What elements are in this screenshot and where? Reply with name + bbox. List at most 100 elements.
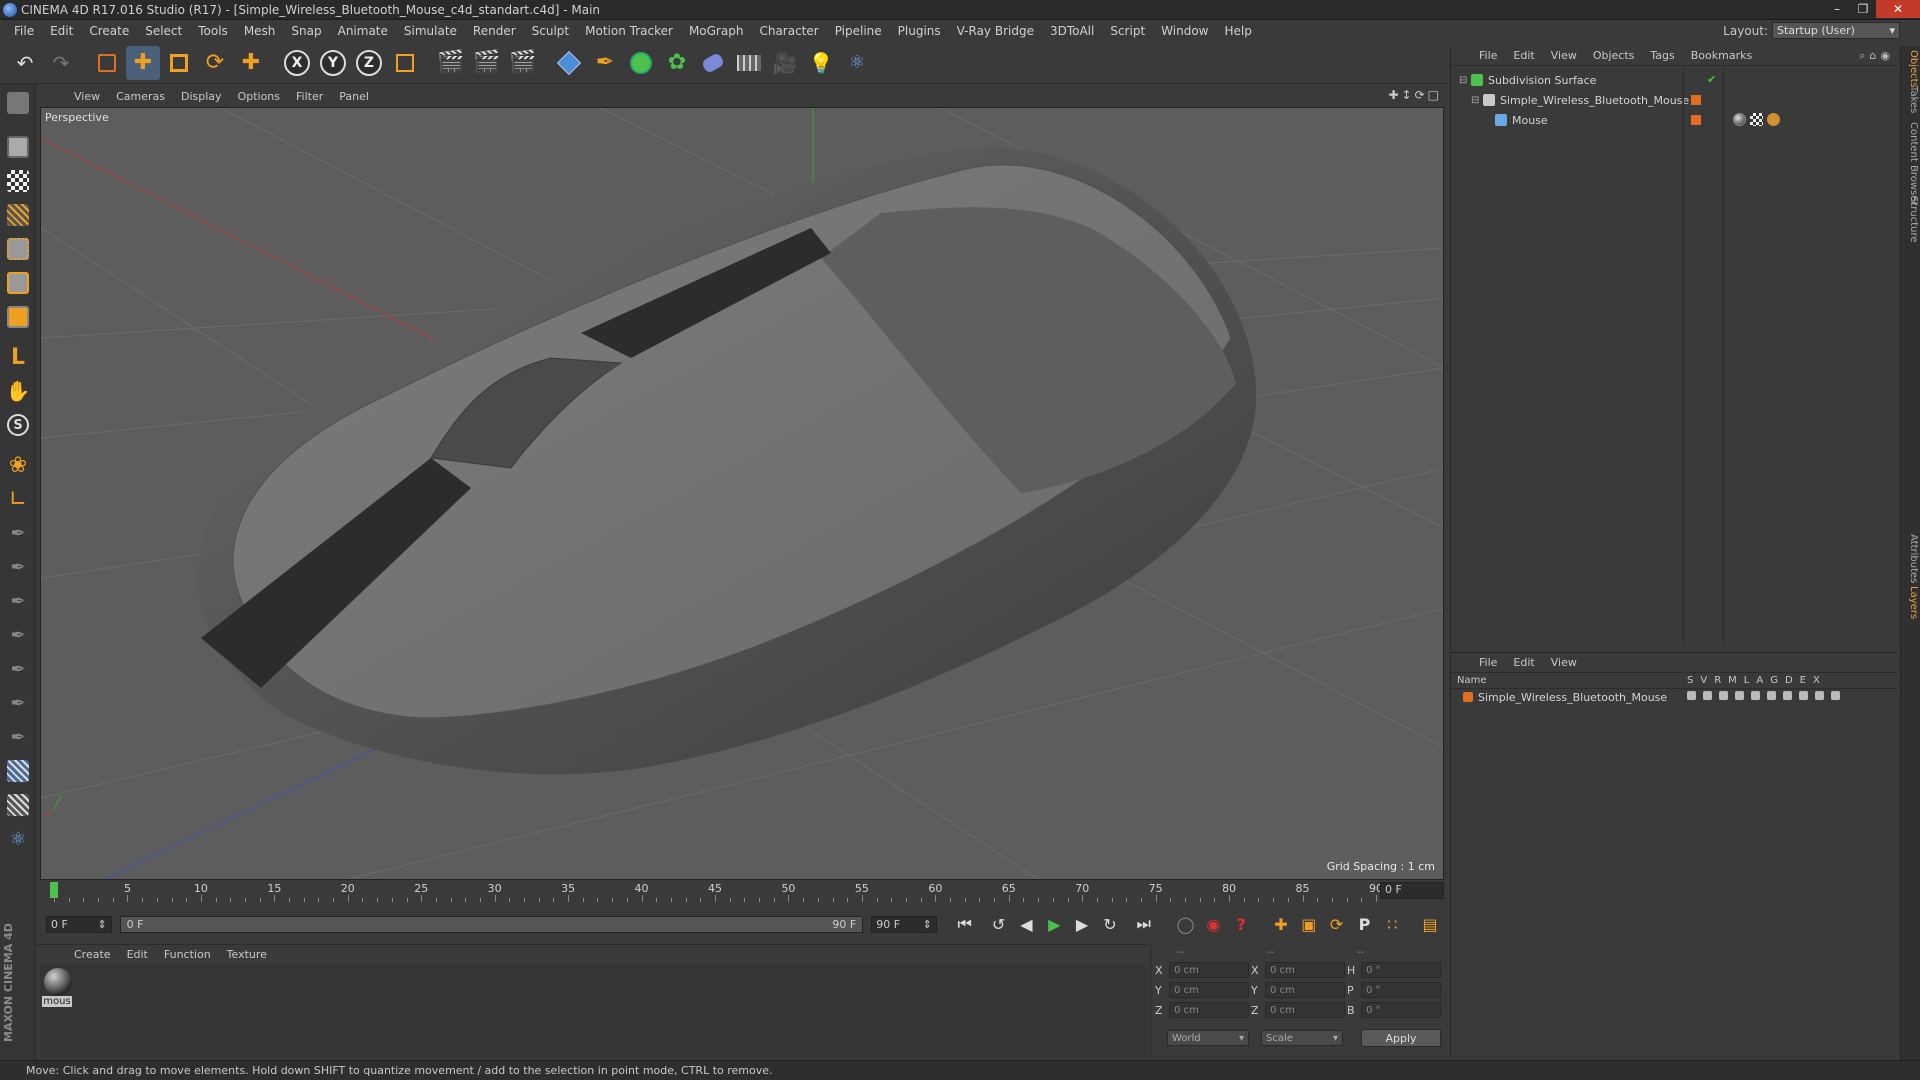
minimize-button[interactable]: – (1824, 0, 1850, 18)
layer-color-swatch[interactable] (1691, 95, 1701, 105)
camera-button[interactable]: 🎥 (768, 46, 802, 80)
autokey-button[interactable]: ◉ (1200, 911, 1226, 937)
layer-color-swatch[interactable] (1691, 115, 1701, 125)
search-icon[interactable]: ⌕ (1859, 49, 1869, 62)
scale-tool-button[interactable] (162, 46, 196, 80)
render-settings-button[interactable]: 🎬 (506, 46, 540, 80)
brush-tool-7-button[interactable]: ✒ (3, 722, 33, 752)
end-frame-field[interactable]: 90 F ⇕ (871, 915, 937, 933)
menu-window[interactable]: Window (1153, 24, 1216, 38)
key-position-button[interactable]: ✚ (1268, 911, 1294, 937)
menu-snap[interactable]: Snap (283, 24, 329, 38)
menu-render[interactable]: Render (465, 24, 524, 38)
layer-flag-icon[interactable] (1799, 691, 1808, 700)
undo-button[interactable]: ↶ (8, 46, 42, 80)
joint-tool-button[interactable]: ∟ (3, 484, 33, 514)
key-parameter-button[interactable]: P (1352, 911, 1378, 937)
layer-flag-icon[interactable] (1783, 691, 1792, 700)
close-button[interactable]: ✕ (1876, 0, 1920, 18)
side-tab-attributes[interactable]: Attributes (1903, 534, 1919, 583)
brush-tool-3-button[interactable]: ✒ (3, 586, 33, 616)
expand-toggle-icon[interactable]: ⊟ (1459, 75, 1471, 86)
current-frame-field[interactable]: 0 F (1380, 882, 1444, 899)
layer-color-swatch[interactable] (1463, 692, 1473, 702)
z-axis-button[interactable]: Z (352, 46, 386, 80)
menu-create[interactable]: Create (81, 24, 137, 38)
world-dropdown[interactable]: World ▾ (1167, 1030, 1249, 1046)
key-rotation-button[interactable]: ⟳ (1324, 911, 1350, 937)
previous-key-button[interactable]: ↺ (986, 911, 1012, 937)
brush-tool-1-button[interactable]: ✒ (3, 518, 33, 548)
viewport-menu-cameras[interactable]: Cameras (108, 90, 173, 103)
live-selection-button[interactable] (90, 46, 124, 80)
side-tab-takes[interactable]: Takes (1903, 86, 1919, 113)
zoom-view-icon[interactable]: ↕ (1402, 88, 1415, 102)
menu-v-ray-bridge[interactable]: V-Ray Bridge (949, 24, 1042, 38)
spline-pen-button[interactable]: ✒ (588, 46, 622, 80)
material-menu-texture[interactable]: Texture (219, 948, 275, 961)
material-name[interactable]: mous (42, 996, 72, 1007)
key-scale-button[interactable]: ▣ (1296, 911, 1322, 937)
coord-value-input[interactable]: 0 ° (1361, 1002, 1441, 1018)
enable-check-icon[interactable]: ✔ (1707, 73, 1716, 86)
material-menu-create[interactable]: Create (66, 948, 119, 961)
coord-value-input[interactable]: 0 cm (1169, 1002, 1249, 1018)
menu-edit[interactable]: Edit (42, 24, 81, 38)
expand-toggle-icon[interactable]: ⊟ (1471, 95, 1483, 106)
viewport-menu-filter[interactable]: Filter (288, 90, 331, 103)
layer-flag-icon[interactable] (1719, 691, 1728, 700)
polygons-mode-button[interactable] (3, 302, 33, 332)
object-menu-edit[interactable]: Edit (1505, 49, 1542, 62)
model-mode-button[interactable] (3, 132, 33, 162)
menu-tools[interactable]: Tools (190, 24, 236, 38)
3d-viewport[interactable]: Perspective Grid Spacing : 1 cm (40, 107, 1444, 880)
menu-help[interactable]: Help (1216, 24, 1259, 38)
cloner-button[interactable]: ✿ (660, 46, 694, 80)
go-to-start-button[interactable]: ⏮ (952, 911, 978, 937)
maximize-button[interactable]: ❐ (1850, 0, 1876, 18)
options-icon[interactable]: ◉ (1880, 49, 1894, 62)
object-row-1[interactable]: ⊟ Simple_Wireless_Bluetooth_Mouse (1451, 90, 1899, 110)
material-swatch[interactable] (44, 968, 72, 996)
y-axis-button[interactable]: Y (316, 46, 350, 80)
layer-flag-icon[interactable] (1751, 691, 1760, 700)
object-tags[interactable] (1733, 113, 1780, 126)
subdivision-button[interactable] (624, 46, 658, 80)
texture-tag-icon[interactable] (1750, 113, 1763, 126)
grid-lock-button[interactable] (3, 756, 33, 786)
rotate-view-icon[interactable]: ⟳ (1415, 88, 1428, 102)
object-menu-objects[interactable]: Objects (1585, 49, 1643, 62)
layer-flag-icon[interactable] (1703, 691, 1712, 700)
go-to-end-button[interactable]: ⏭ (1131, 911, 1157, 937)
record-keyframe-button[interactable]: ◯ (1173, 911, 1199, 937)
layout-dropdown[interactable]: Startup (User) ▾ (1772, 22, 1900, 39)
next-frame-button[interactable]: ▶ (1069, 911, 1095, 937)
menu-script[interactable]: Script (1102, 24, 1153, 38)
menu-motion-tracker[interactable]: Motion Tracker (577, 24, 681, 38)
edges-mode-button[interactable] (3, 268, 33, 298)
coord-value-input[interactable]: 0 ° (1361, 962, 1441, 978)
brush-tool-4-button[interactable]: ✒ (3, 620, 33, 650)
coord-value-input[interactable]: 0 cm (1265, 962, 1345, 978)
menu-3dtoall[interactable]: 3DToAll (1042, 24, 1102, 38)
axis-mode-button[interactable]: L (3, 342, 33, 372)
home-icon[interactable]: ⌂ (1869, 49, 1880, 62)
object-row-2[interactable]: Mouse (1451, 110, 1899, 130)
coord-value-input[interactable]: 0 cm (1169, 982, 1249, 998)
coord-value-input[interactable]: 0 cm (1169, 962, 1249, 978)
material-menu-edit[interactable]: Edit (119, 948, 156, 961)
scale-dropdown[interactable]: Scale ▾ (1261, 1030, 1343, 1046)
key-pla-button[interactable]: ∷ (1379, 911, 1405, 937)
menu-select[interactable]: Select (137, 24, 190, 38)
object-menu-bookmarks[interactable]: Bookmarks (1683, 49, 1760, 62)
phong-tag-icon[interactable] (1767, 113, 1780, 126)
brush-tool-2-button[interactable]: ✒ (3, 552, 33, 582)
keyframe-selection-button[interactable]: ? (1228, 911, 1254, 937)
object-row-0[interactable]: ⊟ Subdivision Surface ✔ (1451, 70, 1899, 90)
workplane-button[interactable] (3, 200, 33, 230)
layer-flag-icons[interactable] (1687, 691, 1840, 700)
layer-flag-icon[interactable] (1767, 691, 1776, 700)
light-button[interactable]: 💡 (804, 46, 838, 80)
menu-character[interactable]: Character (751, 24, 826, 38)
viewport-menu-display[interactable]: Display (173, 90, 230, 103)
